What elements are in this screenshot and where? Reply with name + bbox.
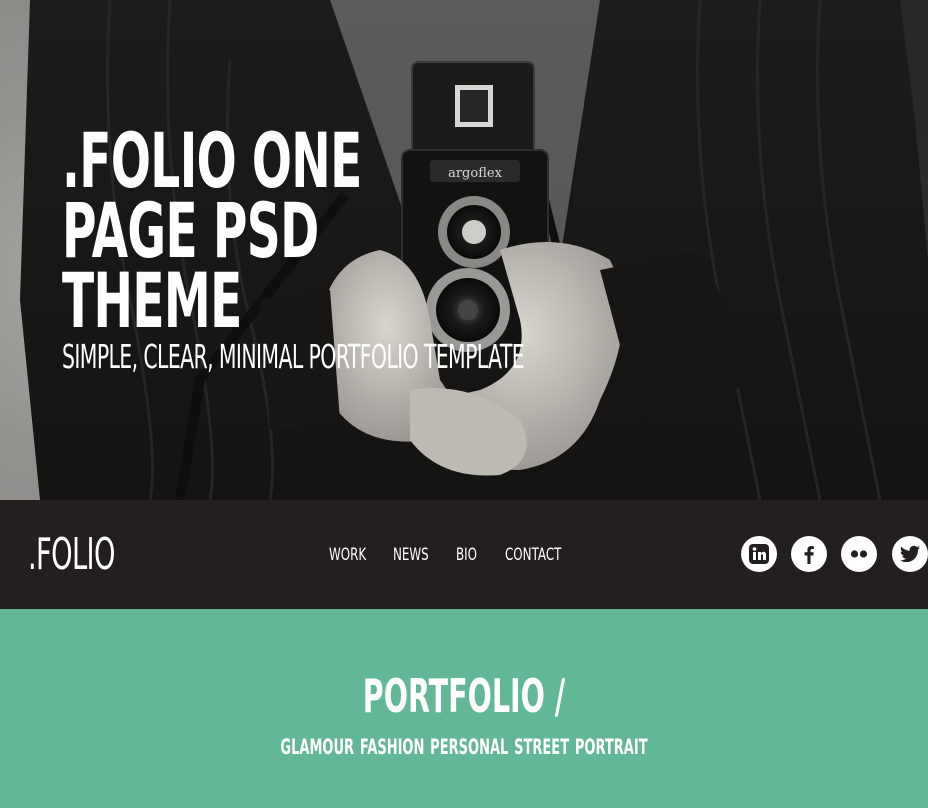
portfolio-title: PORTFOLIO / bbox=[362, 669, 566, 723]
hero-title: .FOLIO ONE PAGE PSD THEME bbox=[62, 116, 362, 345]
hero-subtitle: SIMPLE, CLEAR, MINIMAL PORTFOLIO TEMPLAT… bbox=[62, 337, 525, 376]
twitter-icon[interactable] bbox=[892, 536, 928, 572]
nav-link-work[interactable]: WORK bbox=[329, 544, 366, 566]
nav-link-bio[interactable]: BIO bbox=[456, 544, 477, 566]
flickr-icon[interactable] bbox=[841, 536, 877, 572]
nav-link-contact[interactable]: CONTACT bbox=[505, 544, 561, 566]
portfolio-section: PORTFOLIO / GLAMOUR FASHION PERSONAL STR… bbox=[0, 609, 928, 808]
main-navbar: .FOLIO WORK NEWS BIO CONTACT bbox=[0, 500, 928, 609]
hero-section: argoflex .FOLIO ONE PAGE PSD THEME SIMPL… bbox=[0, 0, 928, 500]
facebook-icon[interactable] bbox=[791, 536, 827, 572]
linkedin-icon[interactable] bbox=[741, 536, 777, 572]
hero-heading-group: .FOLIO ONE PAGE PSD THEME SIMPLE, CLEAR,… bbox=[62, 116, 525, 376]
nav-link-news[interactable]: NEWS bbox=[393, 544, 429, 566]
portfolio-category-filters[interactable]: GLAMOUR FASHION PERSONAL STREET PORTRAIT bbox=[176, 735, 751, 759]
nav-menu: WORK NEWS BIO CONTACT bbox=[0, 544, 928, 566]
